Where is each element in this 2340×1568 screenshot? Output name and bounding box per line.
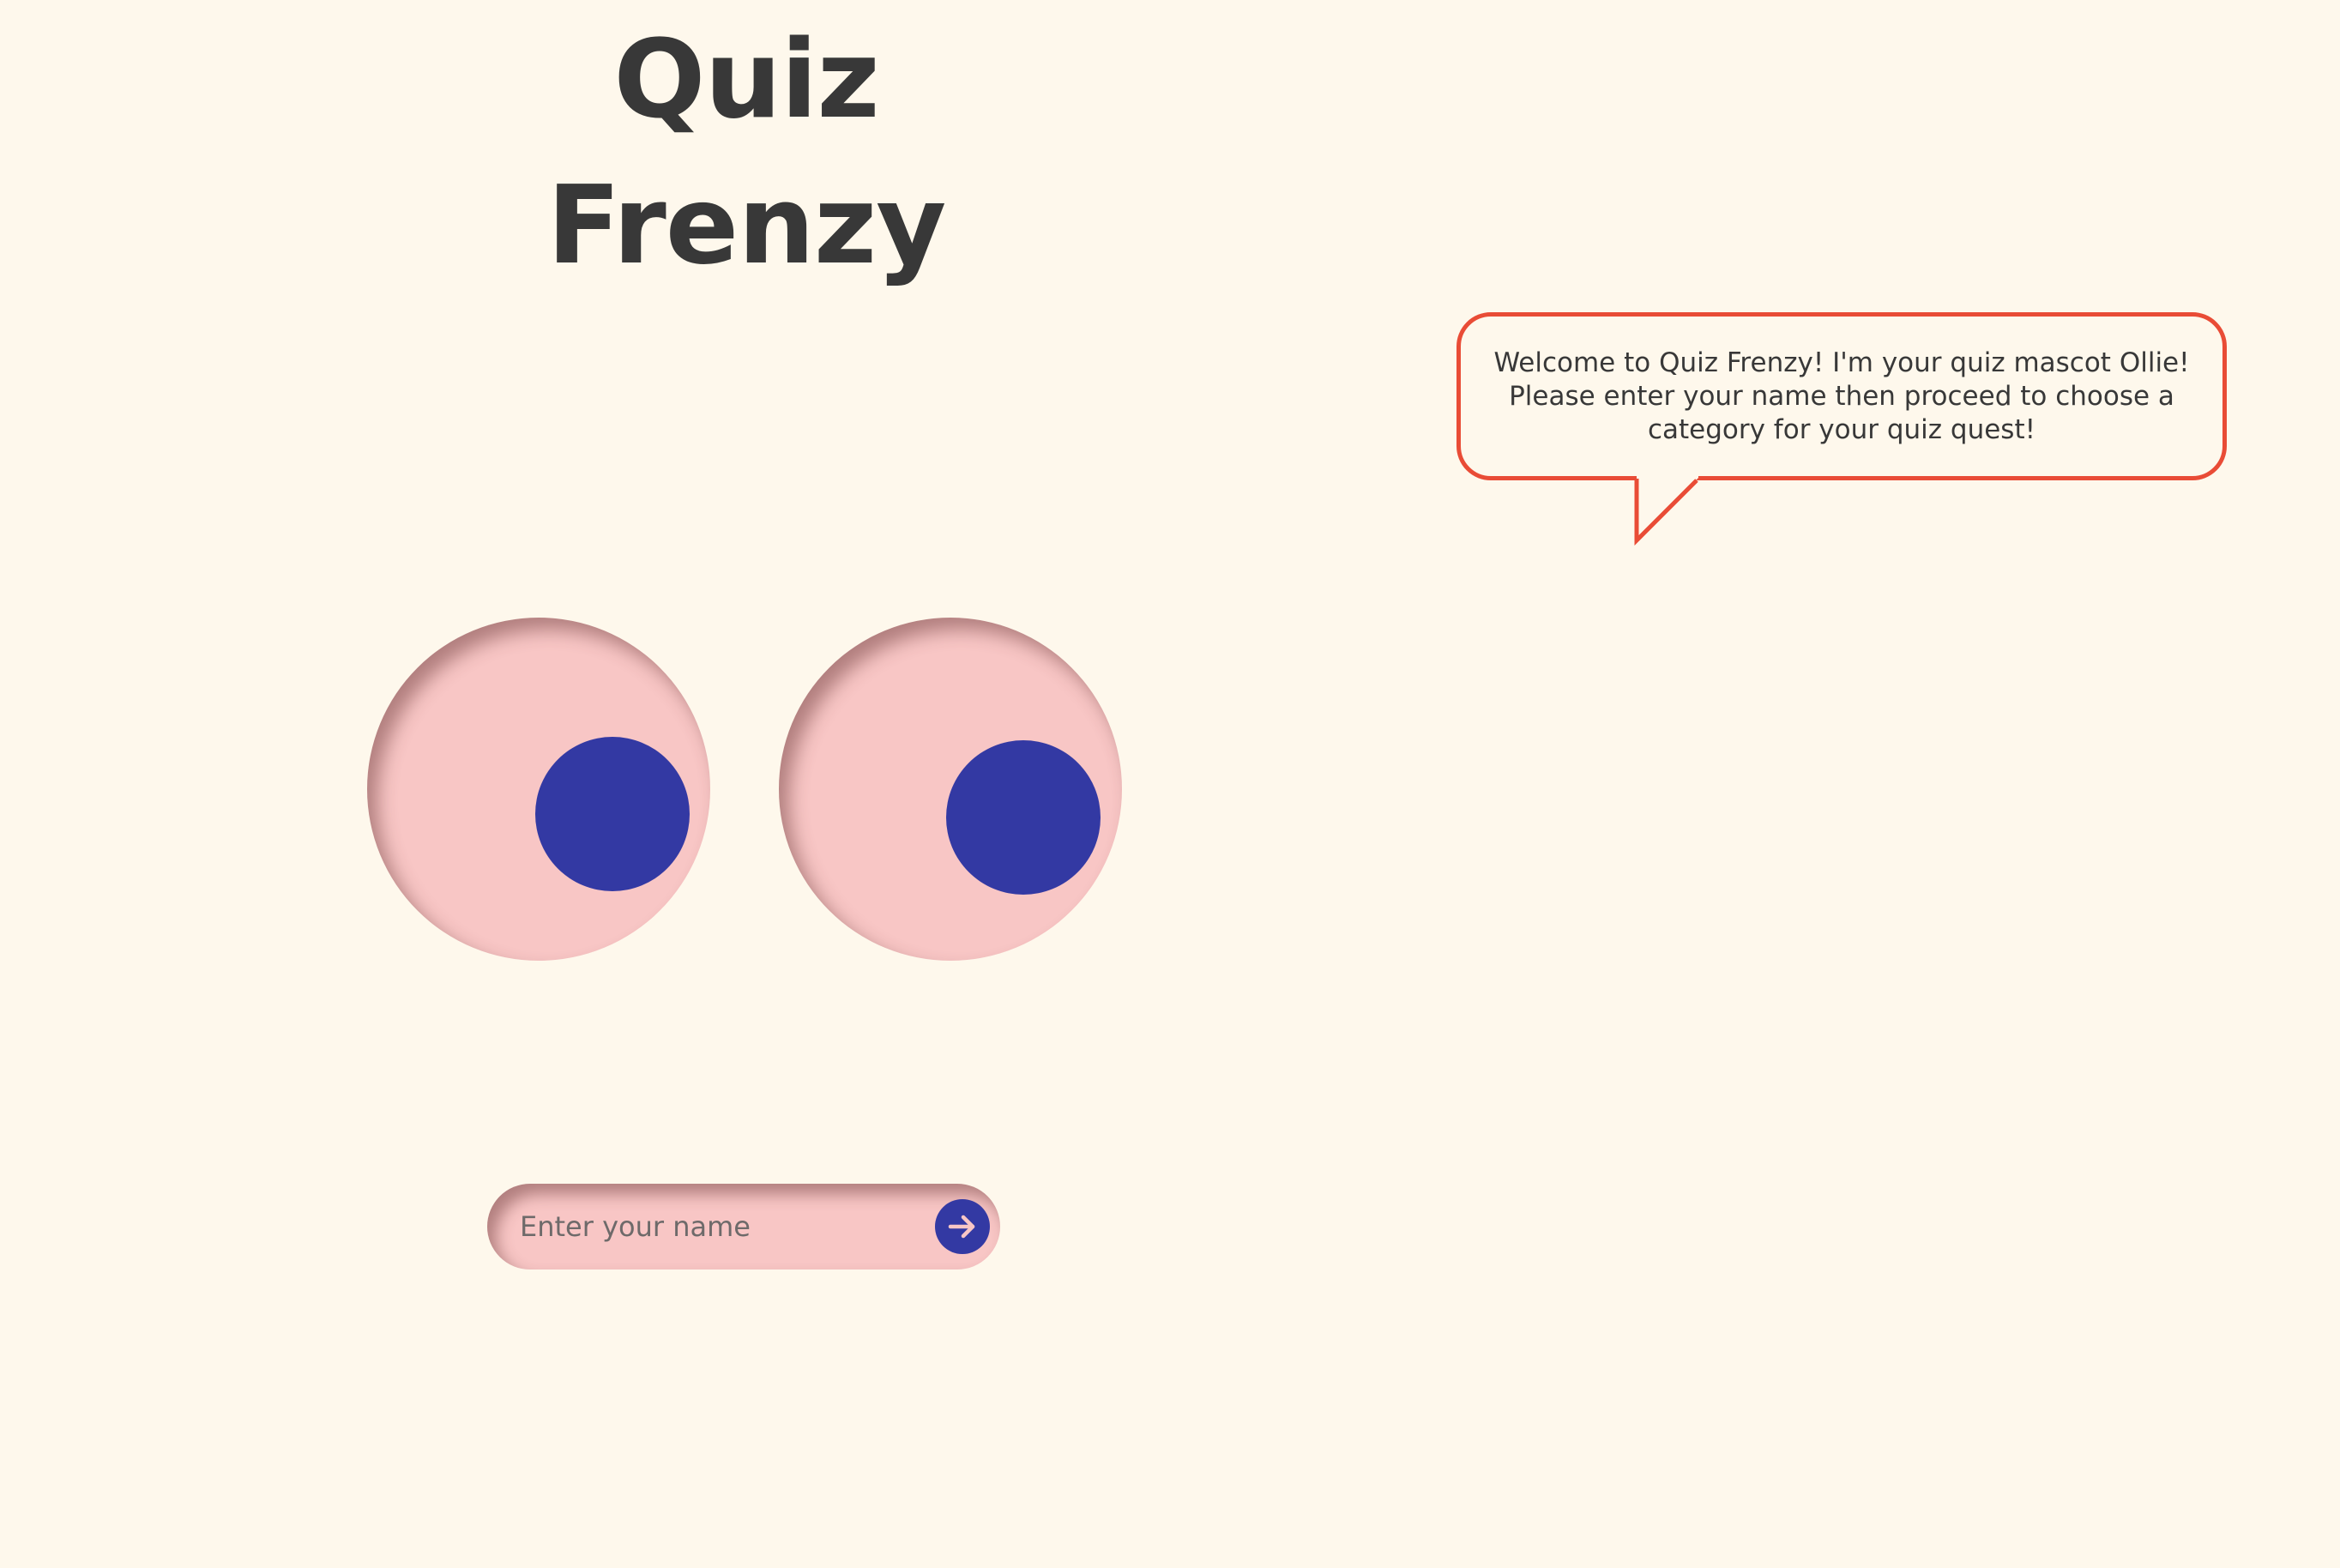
speech-bubble-tail — [1634, 474, 1698, 546]
arrow-right-icon — [948, 1215, 975, 1239]
mascot-right-pupil — [946, 740, 1101, 895]
name-input[interactable] — [520, 1184, 897, 1269]
page-title: Quiz Frenzy — [546, 16, 947, 288]
submit-name-button[interactable] — [935, 1199, 990, 1254]
mascot-right-eye — [779, 618, 1122, 961]
mascot-left-eye — [367, 618, 710, 961]
mascot-speech-bubble: Welcome to Quiz Frenzy! I'm your quiz ma… — [1456, 312, 2227, 480]
name-entry-form — [487, 1184, 1000, 1269]
mascot-speech-text: Welcome to Quiz Frenzy! I'm your quiz ma… — [1493, 347, 2190, 445]
mascot-left-pupil — [535, 737, 690, 891]
